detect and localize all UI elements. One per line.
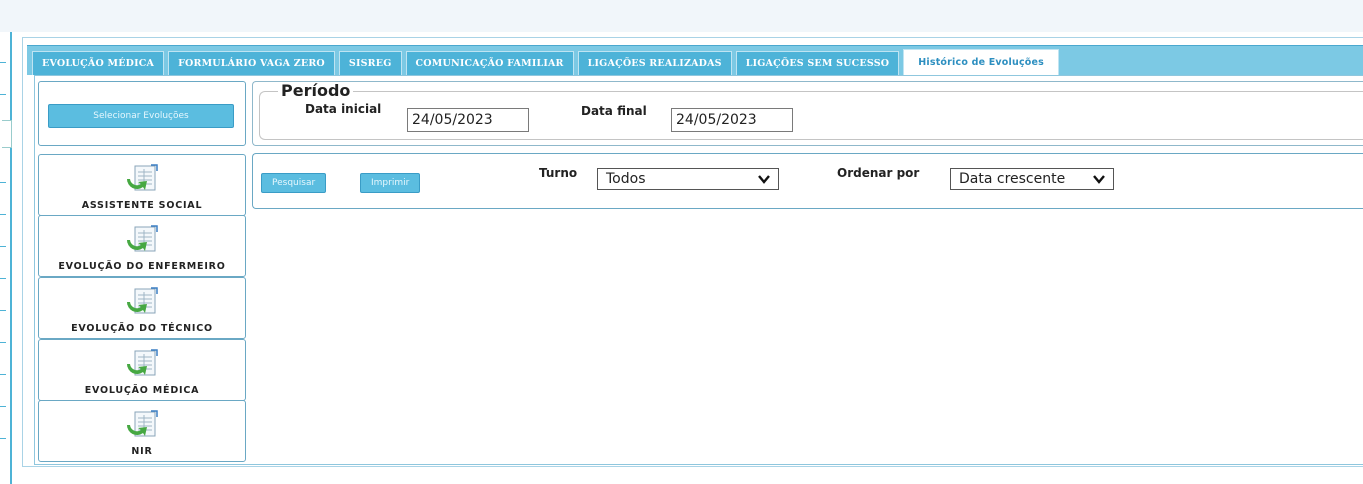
order-label: Ordenar por (837, 166, 920, 180)
rail-grip[interactable] (2, 120, 12, 148)
shift-select-value: Todos (606, 171, 646, 187)
print-button[interactable]: Imprimir (360, 173, 421, 193)
category-evolucao-medica[interactable]: EVOLUÇÃO MÉDICA (38, 339, 246, 401)
rail-tick (0, 62, 6, 63)
select-evolutions-panel: Selecionar Evoluções (38, 81, 246, 146)
rail-tick (0, 438, 6, 439)
category-label: EVOLUÇÃO DO ENFERMEIRO (58, 261, 226, 272)
search-button[interactable]: Pesquisar (261, 173, 327, 193)
spreadsheet-arrow-icon (127, 349, 158, 376)
shift-select[interactable]: Todos (597, 168, 779, 190)
spreadsheet-arrow-icon (127, 164, 158, 191)
period-panel: Período Data inicial 24/05/2023 Data fin… (252, 81, 1363, 146)
rail-tick (0, 214, 6, 215)
chevron-down-icon (758, 175, 770, 184)
tab-bar: EVOLUÇÃO MÉDICA FORMULÁRIO VAGA ZERO SIS… (27, 45, 1363, 75)
category-label: NIR (131, 446, 153, 457)
category-label: ASSISTENTE SOCIAL (81, 200, 203, 211)
rail-tick (0, 374, 6, 375)
rail-tick (0, 310, 6, 311)
category-label: EVOLUÇÃO DO TÉCNICO (71, 323, 213, 334)
search-panel: Pesquisar Imprimir Turno Todos Ordenar p… (252, 153, 1363, 209)
tab-evolucao-medica[interactable]: EVOLUÇÃO MÉDICA (32, 51, 165, 75)
rail-tick (0, 94, 6, 95)
rail-tick (0, 342, 6, 343)
tab-ligacoes-sem-sucesso[interactable]: LIGAÇÕES SEM SUCESSO (735, 51, 900, 75)
tab-comunicacao-familiar[interactable]: COMUNICAÇÃO FAMILIAR (405, 51, 574, 75)
category-evolucao-do-enfermeiro[interactable]: EVOLUÇÃO DO ENFERMEIRO (38, 215, 246, 277)
category-assistente-social[interactable]: ASSISTENTE SOCIAL (38, 154, 246, 216)
order-select[interactable]: Data crescente (950, 168, 1114, 190)
start-date-label: Data inicial (305, 102, 382, 116)
select-evolutions-button[interactable]: Selecionar Evoluções (48, 104, 234, 128)
spreadsheet-arrow-icon (127, 287, 158, 314)
spreadsheet-arrow-icon (127, 225, 158, 252)
chevron-down-icon (1093, 175, 1105, 184)
tab-ligacoes-realizadas[interactable]: LIGAÇÕES REALIZADAS (577, 51, 732, 75)
rail-tick (0, 278, 6, 279)
start-date-input[interactable]: 24/05/2023 (407, 108, 529, 132)
top-bar (0, 0, 1363, 32)
tab-sisreg[interactable]: SISREG (338, 51, 402, 75)
end-date-input[interactable]: 24/05/2023 (671, 108, 793, 132)
spreadsheet-arrow-icon (127, 410, 158, 437)
order-select-value: Data crescente (959, 171, 1066, 187)
rail-tick (0, 246, 6, 247)
tab-historico-de-evolucoes[interactable]: Histórico de Evoluções (903, 49, 1060, 75)
left-rail (0, 32, 12, 484)
period-legend: Período (281, 81, 351, 100)
category-nir[interactable]: NIR (38, 400, 246, 462)
rail-tick (0, 406, 6, 407)
rail-tick (0, 182, 6, 183)
shift-label: Turno (539, 166, 578, 180)
category-label: EVOLUÇÃO MÉDICA (84, 385, 200, 396)
tab-formulario-vaga-zero[interactable]: FORMULÁRIO VAGA ZERO (168, 51, 335, 75)
category-evolucao-do-tecnico[interactable]: EVOLUÇÃO DO TÉCNICO (38, 277, 246, 339)
end-date-label: Data final (581, 104, 647, 118)
